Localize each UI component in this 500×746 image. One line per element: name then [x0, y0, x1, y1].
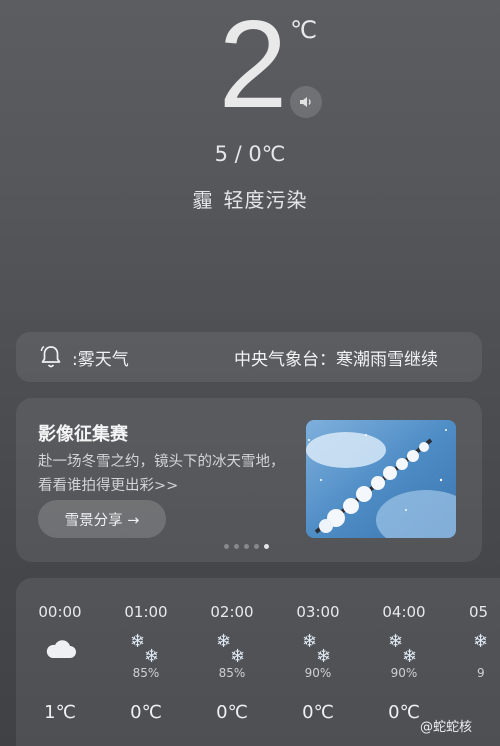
hour-column: 03:00 ❄ ❄ 90% 0℃ — [275, 578, 361, 746]
speaker-icon — [300, 97, 311, 107]
hour-temp: 0℃ — [130, 702, 162, 723]
hour-time: 01:00 — [124, 603, 168, 621]
alert-text-right: 中央气象台：寒潮雨雪继续 — [234, 349, 438, 370]
air-quality-label: 轻度污染 — [223, 188, 308, 212]
precip-chance: 85% — [218, 666, 246, 680]
carousel-dot-active — [264, 544, 269, 549]
share-snow-button[interactable]: 雪景分享 → — [38, 500, 166, 538]
promo-description: 赴一场冬雪之约，镜头下的冰天雪地，看看谁拍得更出彩>> — [38, 454, 285, 494]
hour-temp: 0℃ — [216, 702, 248, 723]
hour-column: 02:00 ❄ ❄ 85% 0℃ — [189, 578, 275, 746]
photo-contest-card[interactable]: 影像征集赛 赴一场冬雪之约，镜头下的冰天雪地，看看谁拍得更出彩>> 雪景分享 → — [16, 398, 482, 562]
carousel-dot — [234, 544, 239, 549]
snow-branch-image[interactable] — [306, 420, 456, 538]
precip-chance: 85% — [132, 666, 160, 680]
current-temperature: 2 — [218, 0, 288, 134]
precip-chance: 90% — [390, 666, 418, 680]
hour-time: 03:00 — [296, 603, 340, 621]
snow-icon: ❄ ❄ — [130, 631, 160, 667]
hour-temp: 1℃ — [44, 702, 76, 723]
hour-time: 00:00 — [38, 603, 82, 621]
hour-time: 05 — [469, 603, 489, 621]
hour-temp: 0℃ — [302, 702, 334, 723]
alert-text-left: :雾天气 — [72, 349, 129, 370]
watermark: @蛇蛇核 — [420, 716, 472, 735]
hour-time: 04:00 — [382, 603, 426, 621]
condition-summary[interactable]: 霾轻度污染 — [0, 184, 500, 213]
hour-time: 02:00 — [210, 603, 254, 621]
temperature-unit: ℃ — [290, 16, 317, 44]
precip-chance: 90% — [304, 666, 332, 680]
snow-icon: ❄ ❄ — [302, 631, 332, 667]
high-low-temperature: 5 / 0℃ — [214, 142, 286, 166]
bell-icon — [40, 345, 61, 368]
weather-condition: 霾 — [192, 188, 214, 212]
promo-title: 影像征集赛 — [38, 424, 128, 445]
cloud-icon — [46, 640, 76, 658]
watermark-text: @蛇蛇核 — [420, 720, 473, 735]
carousel-dot — [254, 544, 259, 549]
weather-alert-bar[interactable]: :雾天气 中央气象台：寒潮雨雪继续 — [16, 332, 482, 382]
carousel-dot — [244, 544, 249, 549]
precip-chance: 9 — [477, 666, 485, 680]
carousel-indicator — [224, 544, 269, 549]
hour-column: 00:00 1℃ — [17, 578, 103, 746]
voice-broadcast-button[interactable] — [290, 86, 322, 118]
carousel-dot — [224, 544, 229, 549]
snow-icon: ❄ ❄ — [216, 631, 246, 667]
snow-icon: ❄ — [473, 631, 489, 652]
hour-column: 01:00 ❄ ❄ 85% 0℃ — [103, 578, 189, 746]
snow-icon: ❄ ❄ — [388, 631, 418, 667]
